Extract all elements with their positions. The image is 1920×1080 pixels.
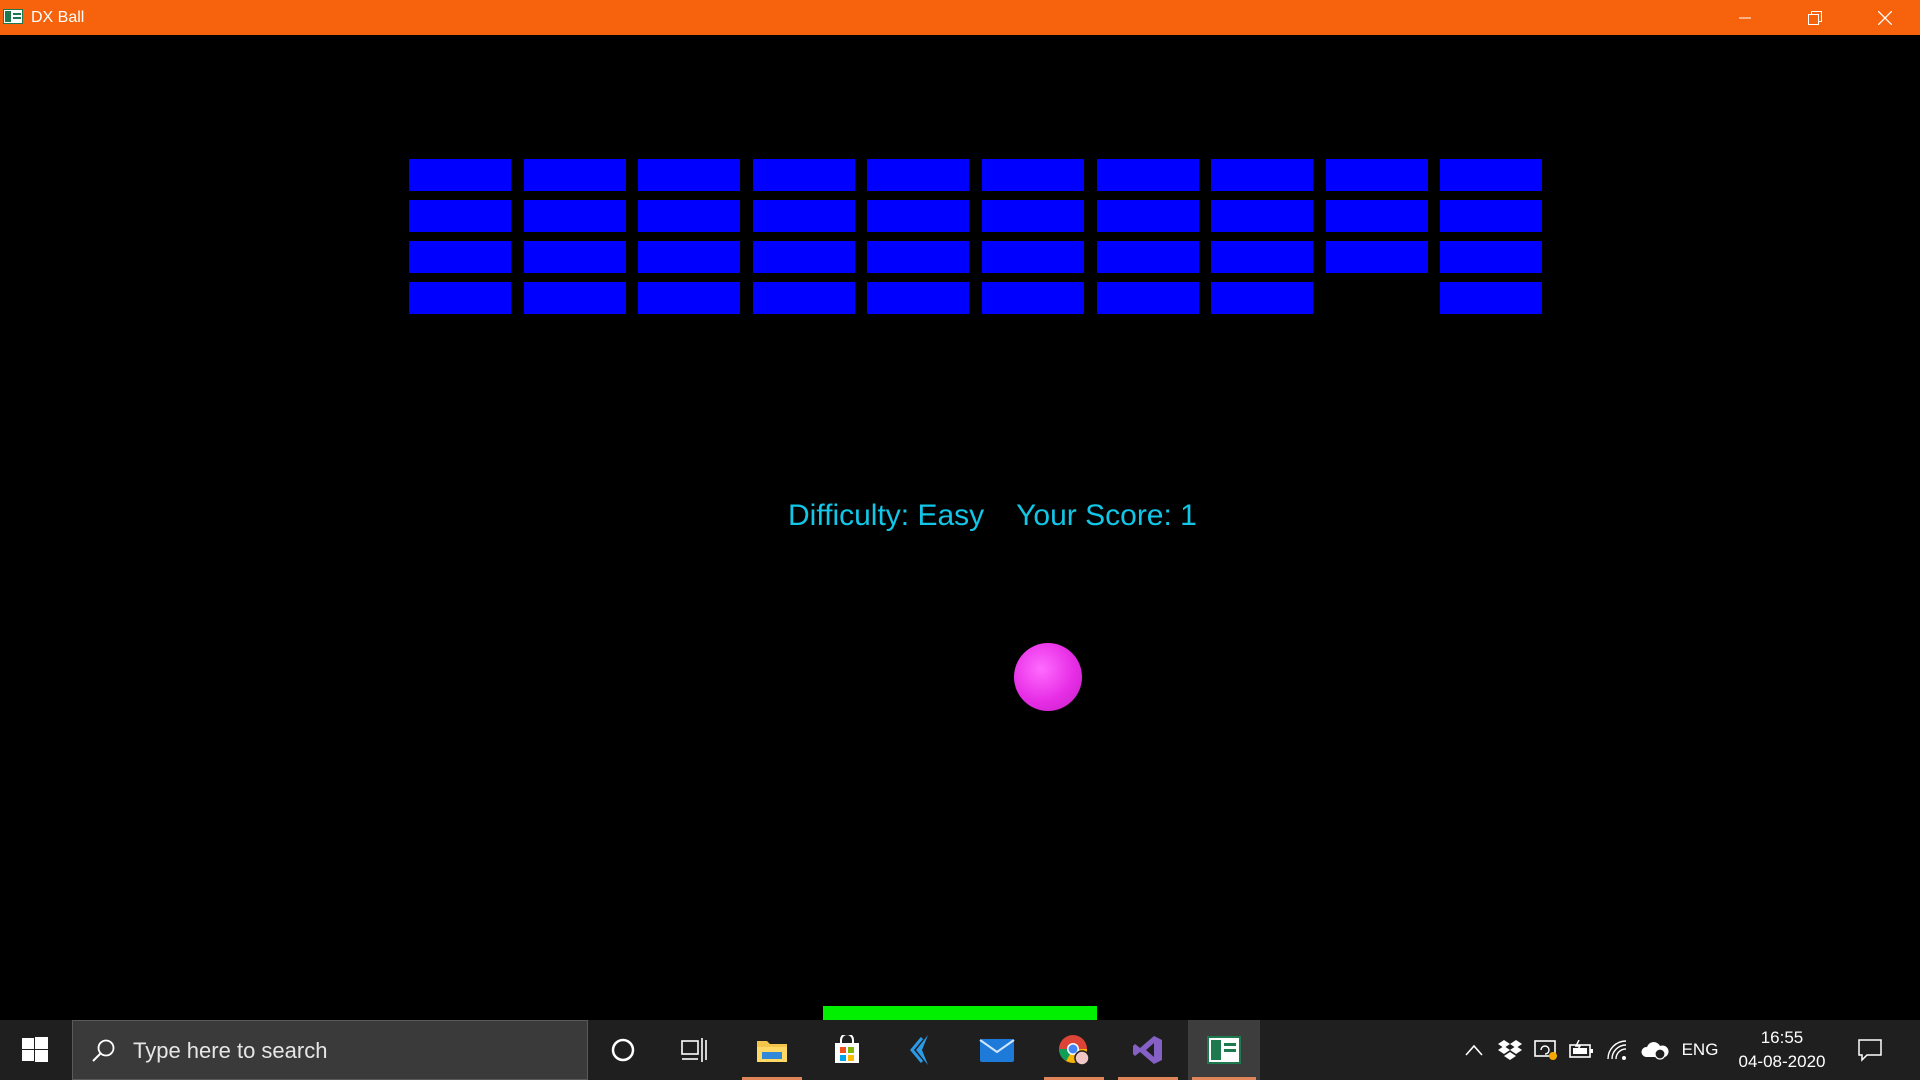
notification-icon <box>1858 1039 1882 1062</box>
taskbar-app-file-explorer[interactable] <box>738 1020 806 1080</box>
brick <box>1211 159 1313 191</box>
taskbar-app-visual-studio[interactable] <box>1114 1020 1182 1080</box>
wifi-icon <box>1607 1040 1627 1060</box>
difficulty-label: Difficulty: Easy <box>788 499 985 532</box>
dropbox-icon <box>1498 1040 1522 1060</box>
onedrive-cloud-icon <box>1641 1042 1669 1060</box>
brick <box>1097 241 1199 273</box>
brick <box>524 159 626 191</box>
tray-power[interactable] <box>1566 1020 1598 1080</box>
brick <box>867 241 969 273</box>
restore-icon <box>1808 10 1822 25</box>
window-title: DX Ball <box>31 9 85 26</box>
search-icon <box>92 1039 115 1062</box>
brick <box>1097 159 1199 191</box>
brick <box>409 200 511 232</box>
tray-network[interactable] <box>1602 1020 1634 1080</box>
brick <box>638 200 740 232</box>
show-hidden-icons-button[interactable] <box>1458 1020 1490 1080</box>
brick <box>1326 200 1428 232</box>
restore-button[interactable] <box>1780 0 1850 35</box>
close-button[interactable] <box>1850 0 1920 35</box>
cortana-circle-icon <box>611 1038 635 1062</box>
file-explorer-icon <box>757 1041 787 1062</box>
brick <box>982 159 1084 191</box>
taskbar-app-microsoft-store[interactable] <box>813 1020 881 1080</box>
brick <box>1097 200 1199 232</box>
game-canvas[interactable]: Difficulty: Easy Your Score: 1 <box>0 35 1920 1020</box>
search-placeholder: Type here to search <box>133 1038 328 1063</box>
taskbar-app-vscode-insiders[interactable] <box>888 1020 956 1080</box>
brick <box>524 241 626 273</box>
chevron-up-icon <box>1465 1044 1483 1056</box>
brick <box>1211 282 1313 314</box>
brick <box>867 159 969 191</box>
brick <box>1440 282 1542 314</box>
score-label: Your Score: 1 <box>1016 499 1197 532</box>
brick <box>524 282 626 314</box>
brick <box>524 200 626 232</box>
brick <box>867 282 969 314</box>
clock-time: 16:55 <box>1760 1028 1804 1047</box>
tray-onedrive[interactable] <box>1638 1020 1672 1080</box>
taskbar-clock[interactable]: 16:55 04-08-2020 <box>1730 1026 1834 1074</box>
action-center-button[interactable] <box>1840 1020 1900 1080</box>
windows-logo-icon <box>22 1037 48 1062</box>
brick <box>638 241 740 273</box>
visual-studio-code-insiders-icon <box>910 1035 928 1065</box>
visual-studio-icon <box>1133 1036 1162 1064</box>
taskbar-app-chrome[interactable] <box>1040 1020 1108 1080</box>
input-language[interactable]: ENG <box>1676 1020 1724 1080</box>
start-button[interactable] <box>0 1020 70 1080</box>
brick <box>409 159 511 191</box>
brick <box>638 282 740 314</box>
minimize-button[interactable] <box>1710 0 1780 35</box>
brick <box>1440 159 1542 191</box>
tray-dropbox[interactable] <box>1494 1020 1526 1080</box>
dx-ball-app-icon <box>1207 1036 1241 1064</box>
hud: Difficulty: Easy Your Score: 1 <box>788 498 1197 534</box>
taskbar-app-mail[interactable] <box>963 1020 1031 1080</box>
window-title-bar: DX Ball <box>0 0 1920 35</box>
mail-icon <box>979 1039 1015 1062</box>
ball <box>1014 643 1082 711</box>
brick <box>1440 200 1542 232</box>
task-view-button[interactable] <box>665 1020 725 1080</box>
tray-sync-status[interactable] <box>1530 1020 1562 1080</box>
brick <box>409 282 511 314</box>
app-icon <box>3 9 23 24</box>
brick <box>753 200 855 232</box>
sync-status-icon <box>1534 1040 1557 1060</box>
brick <box>1211 241 1313 273</box>
brick <box>1440 241 1542 273</box>
brick <box>753 241 855 273</box>
brick <box>638 159 740 191</box>
brick <box>982 241 1084 273</box>
paddle[interactable] <box>823 1006 1097 1020</box>
task-view-icon <box>681 1038 707 1062</box>
cortana-button[interactable] <box>595 1020 651 1080</box>
brick <box>982 282 1084 314</box>
microsoft-store-icon <box>835 1035 859 1063</box>
chrome-icon <box>1059 1035 1090 1066</box>
brick <box>753 159 855 191</box>
brick <box>982 200 1084 232</box>
close-icon <box>1878 10 1892 25</box>
brick <box>1326 159 1428 191</box>
brick <box>1211 200 1313 232</box>
battery-charging-icon <box>1569 1040 1593 1058</box>
taskbar-search-box[interactable]: Type here to search <box>72 1020 588 1080</box>
brick <box>753 282 855 314</box>
taskbar-app-dx-ball[interactable] <box>1188 1020 1260 1080</box>
brick <box>1326 241 1428 273</box>
clock-date: 04-08-2020 <box>1738 1052 1826 1071</box>
brick <box>1097 282 1199 314</box>
minimize-icon <box>1739 17 1751 18</box>
taskbar: Type here to search ENG 16:55 04-08-2020 <box>0 1020 1920 1080</box>
brick <box>409 241 511 273</box>
brick <box>867 200 969 232</box>
